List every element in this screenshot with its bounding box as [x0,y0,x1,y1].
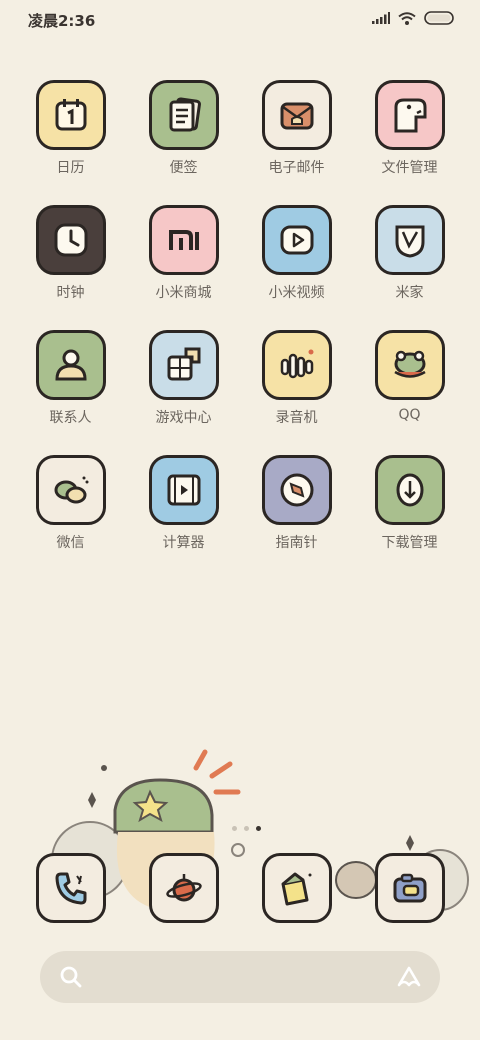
app-clock[interactable]: 时钟 [14,205,127,325]
app-recorder[interactable]: 录音机 [240,330,353,450]
mi-icon [168,230,199,250]
compass-icon [280,473,313,507]
app-downloads[interactable]: 下载管理 [353,455,466,575]
app-label: QQ [398,407,421,423]
app-contacts[interactable]: 联系人 [14,330,127,450]
clock-icon [54,223,87,257]
app-label: 录音机 [275,410,318,426]
dock-camera[interactable] [375,853,445,923]
app-tile[interactable] [374,80,445,150]
app-tile[interactable] [148,330,219,400]
app-label: 日历 [56,160,85,176]
app-tile[interactable] [148,205,219,275]
dinosaur-icon [394,98,426,133]
video-play-icon [280,225,313,255]
app-tile[interactable] [148,455,219,525]
person-icon [54,349,87,381]
messages-icon [281,872,312,906]
dock-phone[interactable] [36,853,106,923]
app-notes[interactable]: 便签 [127,80,240,200]
recorder-icon [280,349,313,379]
app-mi-store[interactable]: 小米商城 [127,205,240,325]
app-tile[interactable] [148,80,219,150]
search-icon[interactable] [60,966,82,988]
app-tile[interactable] [261,330,332,400]
calendar-icon [55,99,86,131]
download-icon [396,473,423,507]
dock-messages[interactable] [262,853,332,923]
mijia-icon [395,225,424,258]
page-indicator [232,826,261,831]
assistant-icon[interactable] [396,965,422,989]
notes-icon [169,97,201,132]
mail-icon [280,102,313,130]
app-label: 联系人 [49,410,92,426]
battery-icon [424,11,454,25]
app-label: 小米视频 [268,285,325,301]
camera-icon [393,873,427,903]
app-calendar[interactable]: 日历 [14,80,127,200]
app-tile[interactable] [35,80,106,150]
app-mi-video[interactable]: 小米视频 [240,205,353,325]
system-indicators [372,11,454,25]
app-tile[interactable] [261,80,332,150]
app-email[interactable]: 电子邮件 [240,80,353,200]
page-dot[interactable] [232,826,237,831]
app-tile[interactable] [35,205,106,275]
app-label: 游戏中心 [155,410,212,426]
app-label: 文件管理 [381,160,438,176]
app-tile[interactable] [374,205,445,275]
app-label: 米家 [395,285,424,301]
app-tile[interactable] [35,455,106,525]
app-tile[interactable] [374,455,445,525]
app-label: 指南针 [275,535,318,551]
app-tile[interactable] [261,205,332,275]
app-label: 小米商城 [155,285,212,301]
planet-icon [166,874,202,902]
app-label: 计算器 [162,535,205,551]
search-bar[interactable] [40,951,440,1003]
app-label: 下载管理 [381,535,438,551]
app-tile[interactable] [35,330,106,400]
signal-icon [372,12,390,24]
dock [0,853,480,933]
status-bar: 凌晨2:36 [0,0,480,40]
page-dot-active[interactable] [256,826,261,831]
app-label: 便签 [169,160,198,176]
app-mijia[interactable]: 米家 [353,205,466,325]
app-tile[interactable] [374,330,445,400]
app-game-center[interactable]: 游戏中心 [127,330,240,450]
status-time: 凌晨2:36 [28,12,96,30]
dock-planet[interactable] [149,853,219,923]
app-compass[interactable]: 指南针 [240,455,353,575]
puzzle-icon [167,347,200,381]
app-label: 时钟 [56,285,85,301]
app-files[interactable]: 文件管理 [353,80,466,200]
film-icon [167,474,200,506]
app-label: 电子邮件 [268,160,325,176]
app-qq[interactable]: QQ [353,330,466,450]
app-calculator[interactable]: 计算器 [127,455,240,575]
page-dot[interactable] [244,826,249,831]
wechat-icon [54,476,88,504]
app-wechat[interactable]: 微信 [14,455,127,575]
app-label: 微信 [56,535,85,551]
frog-icon [393,350,426,378]
wifi-icon [398,11,416,25]
app-tile[interactable] [261,455,332,525]
phone-icon [55,872,87,905]
